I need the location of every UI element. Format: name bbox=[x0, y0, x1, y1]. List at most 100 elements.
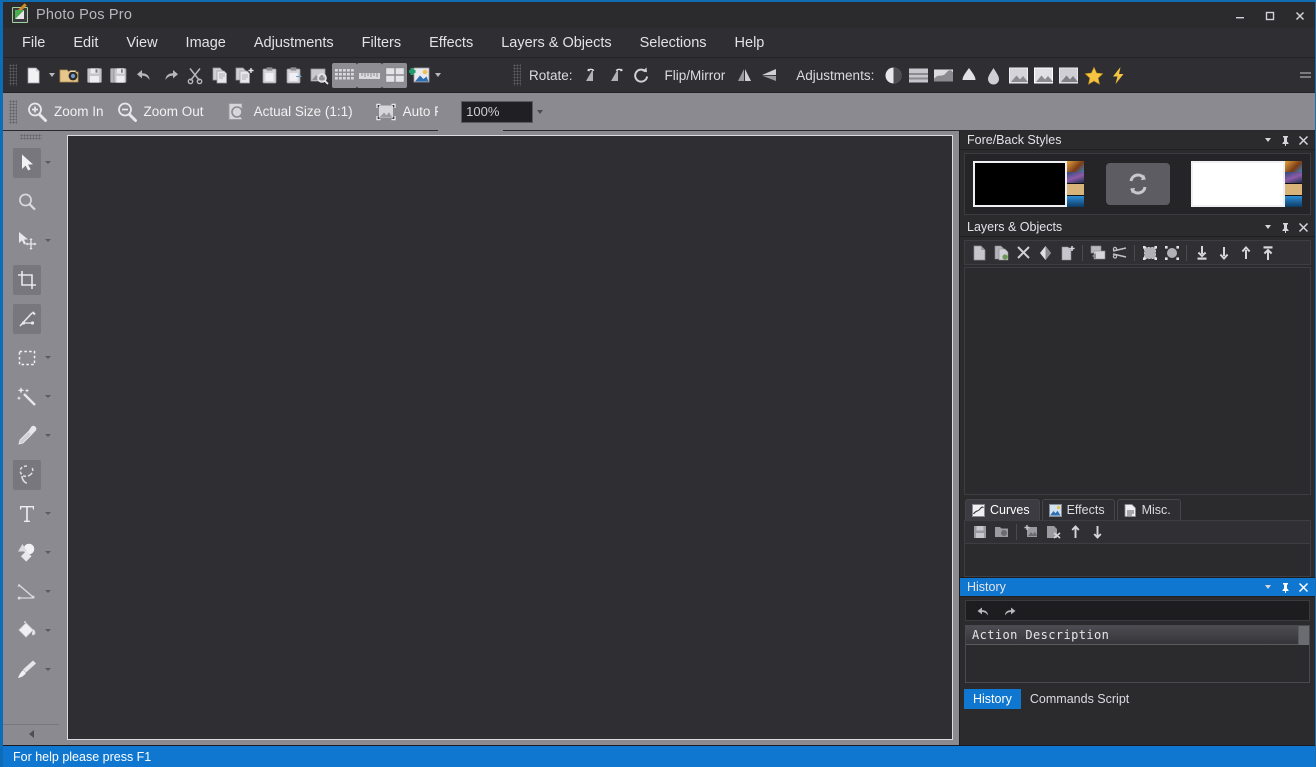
delete-layer-icon[interactable] bbox=[1013, 243, 1034, 263]
swap-colors-button[interactable] bbox=[1105, 163, 1170, 205]
menu-edit[interactable]: Edit bbox=[60, 31, 111, 55]
merge-layers-icon[interactable] bbox=[1087, 243, 1108, 263]
preview-image-icon[interactable] bbox=[307, 63, 332, 88]
cut-scissors-icon[interactable] bbox=[182, 63, 207, 88]
open-file-icon[interactable] bbox=[57, 63, 82, 88]
menu-image[interactable]: Image bbox=[173, 31, 239, 55]
tab-effects[interactable]: Effects bbox=[1041, 499, 1115, 520]
tab-misc[interactable]: Misc. bbox=[1116, 499, 1181, 520]
background-swatch-group[interactable] bbox=[1191, 161, 1302, 207]
fore-back-panel-menu-caret-icon[interactable] bbox=[1262, 138, 1273, 142]
flip-horizontal-icon[interactable] bbox=[732, 63, 757, 88]
toolbar-grip-2[interactable] bbox=[513, 64, 521, 86]
rotate-right-icon[interactable] bbox=[605, 63, 630, 88]
color-balance-icon[interactable] bbox=[956, 63, 981, 88]
layers-panel-menu-caret-icon[interactable] bbox=[1262, 225, 1273, 229]
crop-tool[interactable] bbox=[13, 264, 41, 295]
curves-preset-list[interactable] bbox=[964, 544, 1311, 577]
rotate-free-icon[interactable] bbox=[630, 63, 655, 88]
remove-curve-icon[interactable] bbox=[1043, 522, 1064, 542]
background-color-swatch[interactable] bbox=[1191, 161, 1285, 207]
shapes-tool[interactable] bbox=[13, 538, 41, 568]
enhance-star-icon[interactable] bbox=[1081, 63, 1106, 88]
move-tool-caret[interactable] bbox=[41, 239, 55, 242]
layers-list[interactable] bbox=[964, 267, 1311, 495]
new-file-icon[interactable] bbox=[21, 63, 46, 88]
foreground-style-presets[interactable] bbox=[1067, 161, 1084, 207]
line-tool-caret[interactable] bbox=[41, 590, 55, 593]
send-to-back-icon[interactable] bbox=[1191, 243, 1212, 263]
bottom-tab-commands-script[interactable]: Commands Script bbox=[1021, 689, 1138, 709]
foreground-color-swatch[interactable] bbox=[973, 161, 1067, 207]
menu-adjustments[interactable]: Adjustments bbox=[241, 31, 347, 55]
rotate-left-icon[interactable] bbox=[580, 63, 605, 88]
select-arrow-tool[interactable] bbox=[13, 147, 41, 178]
flip-vertical-icon[interactable] bbox=[757, 63, 782, 88]
move-up-icon[interactable] bbox=[1235, 243, 1256, 263]
history-undo-icon[interactable] bbox=[973, 601, 994, 621]
lasso-tool[interactable] bbox=[13, 459, 41, 490]
magic-wand-tool[interactable] bbox=[13, 382, 41, 412]
zoom-toolbar-grip[interactable] bbox=[9, 99, 17, 124]
close-button[interactable] bbox=[1285, 2, 1315, 30]
zoom-out-button[interactable]: Zoom Out bbox=[112, 98, 212, 126]
zoom-in-button[interactable]: Zoom In bbox=[22, 98, 112, 126]
copy-icon[interactable] bbox=[207, 63, 232, 88]
move-tool[interactable] bbox=[13, 226, 41, 256]
menu-help[interactable]: Help bbox=[722, 31, 778, 55]
zoom-level-input[interactable] bbox=[461, 100, 534, 123]
rectangle-select-tool[interactable] bbox=[13, 343, 41, 373]
curve-down-icon[interactable] bbox=[1087, 522, 1108, 542]
duplicate-layer-icon[interactable] bbox=[991, 243, 1012, 263]
bottom-tab-history[interactable]: History bbox=[964, 689, 1021, 709]
paintbrush-tool[interactable] bbox=[13, 655, 41, 685]
flatten-layers-icon[interactable] bbox=[1109, 243, 1130, 263]
bring-to-front-icon[interactable] bbox=[1257, 243, 1278, 263]
menu-file[interactable]: File bbox=[9, 31, 58, 55]
hue-saturation-icon[interactable] bbox=[981, 63, 1006, 88]
measure-tool[interactable] bbox=[13, 303, 41, 334]
layer-mask-icon[interactable] bbox=[1035, 243, 1056, 263]
tools-palette-scroll-button[interactable] bbox=[3, 724, 59, 742]
undo-icon[interactable] bbox=[132, 63, 157, 88]
layers-panel-close-icon[interactable] bbox=[1298, 222, 1309, 233]
save-curve-icon[interactable] bbox=[969, 522, 990, 542]
new-file-dropdown-caret[interactable] bbox=[46, 63, 57, 88]
ruler-view-icon[interactable] bbox=[357, 62, 382, 88]
toolbar-expander[interactable] bbox=[1300, 72, 1311, 78]
paste-icon[interactable] bbox=[257, 63, 282, 88]
new-layer-from-icon[interactable] bbox=[1057, 243, 1078, 263]
shapes-tool-caret[interactable] bbox=[41, 551, 55, 554]
fore-back-panel-pin-icon[interactable] bbox=[1280, 135, 1291, 146]
zoom-level-dropdown-caret[interactable] bbox=[533, 100, 547, 123]
grid-view-icon[interactable] bbox=[332, 62, 357, 88]
history-redo-icon[interactable] bbox=[998, 601, 1019, 621]
magic-wand-tool-caret[interactable] bbox=[41, 395, 55, 398]
paste-into-icon[interactable] bbox=[282, 63, 307, 88]
background-style-presets[interactable] bbox=[1285, 161, 1302, 207]
view-dropdown-caret[interactable] bbox=[432, 63, 443, 88]
menu-view[interactable]: View bbox=[113, 31, 170, 55]
text-tool-caret[interactable] bbox=[41, 512, 55, 515]
menu-selections[interactable]: Selections bbox=[627, 31, 720, 55]
text-tool[interactable] bbox=[13, 499, 41, 529]
eyedropper-tool[interactable] bbox=[13, 421, 41, 451]
levels-icon[interactable] bbox=[906, 63, 931, 88]
layers-panel-pin-icon[interactable] bbox=[1280, 222, 1291, 233]
line-tool[interactable] bbox=[13, 577, 41, 607]
menu-layers-objects[interactable]: Layers & Objects bbox=[488, 31, 624, 55]
save-icon[interactable] bbox=[82, 63, 107, 88]
move-down-icon[interactable] bbox=[1213, 243, 1234, 263]
history-list[interactable]: Action Description bbox=[965, 625, 1310, 683]
group-objects-icon[interactable] bbox=[1139, 243, 1160, 263]
brightness-contrast-icon[interactable] bbox=[881, 63, 906, 88]
foreground-swatch-group[interactable] bbox=[973, 161, 1084, 207]
curves-icon[interactable] bbox=[931, 63, 956, 88]
save-as-icon[interactable] bbox=[107, 63, 132, 88]
tools-palette-grip[interactable] bbox=[20, 134, 42, 140]
auto-levels-icon[interactable] bbox=[1031, 63, 1056, 88]
magnifier-tool[interactable] bbox=[13, 187, 41, 217]
fore-back-panel-close-icon[interactable] bbox=[1298, 135, 1309, 146]
ungroup-objects-icon[interactable] bbox=[1161, 243, 1182, 263]
paintbrush-tool-caret[interactable] bbox=[41, 668, 55, 671]
